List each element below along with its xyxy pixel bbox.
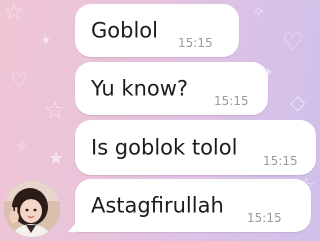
heart-doodle-icon: ♡ <box>10 68 28 92</box>
message-text: Is goblok tolol <box>91 135 238 160</box>
star-doodle-icon: ☆ <box>4 0 24 25</box>
message-text: Goblol <box>91 18 158 43</box>
message-timestamp: 15:15 <box>178 36 213 50</box>
message-bubble[interactable]: Is goblok tolol 15:15 <box>75 120 316 175</box>
message-text: Astagfirullah <box>91 193 224 218</box>
message-bubble[interactable]: Astagfirullah 15:15 <box>75 179 311 232</box>
message-text: Yu know? <box>91 76 189 101</box>
message-timestamp: 15:15 <box>247 211 282 225</box>
chat-background: ☆ ✦ ♡ ☆ ✧ ★ ✧ ♡ ✦ ◇ ☆ ✧ Goblol 15:15 Yu … <box>0 0 320 241</box>
star-doodle-icon: ★ <box>48 148 65 169</box>
star-doodle-icon: ✦ <box>40 33 52 49</box>
diamond-doodle-icon: ◇ <box>290 90 306 114</box>
avatar-photo <box>4 181 60 237</box>
message-timestamp: 15:15 <box>263 154 298 168</box>
star-doodle-icon: ☆ <box>44 96 66 124</box>
avatar[interactable] <box>4 181 60 237</box>
message-bubble[interactable]: Yu know? 15:15 <box>75 62 268 115</box>
sparkle-doodle-icon: ✧ <box>252 2 266 21</box>
heart-doodle-icon: ♡ <box>282 28 304 56</box>
sparkle-doodle-icon: ✧ <box>16 139 28 155</box>
message-bubble[interactable]: Goblol 15:15 <box>75 4 239 57</box>
message-timestamp: 15:15 <box>214 94 249 108</box>
